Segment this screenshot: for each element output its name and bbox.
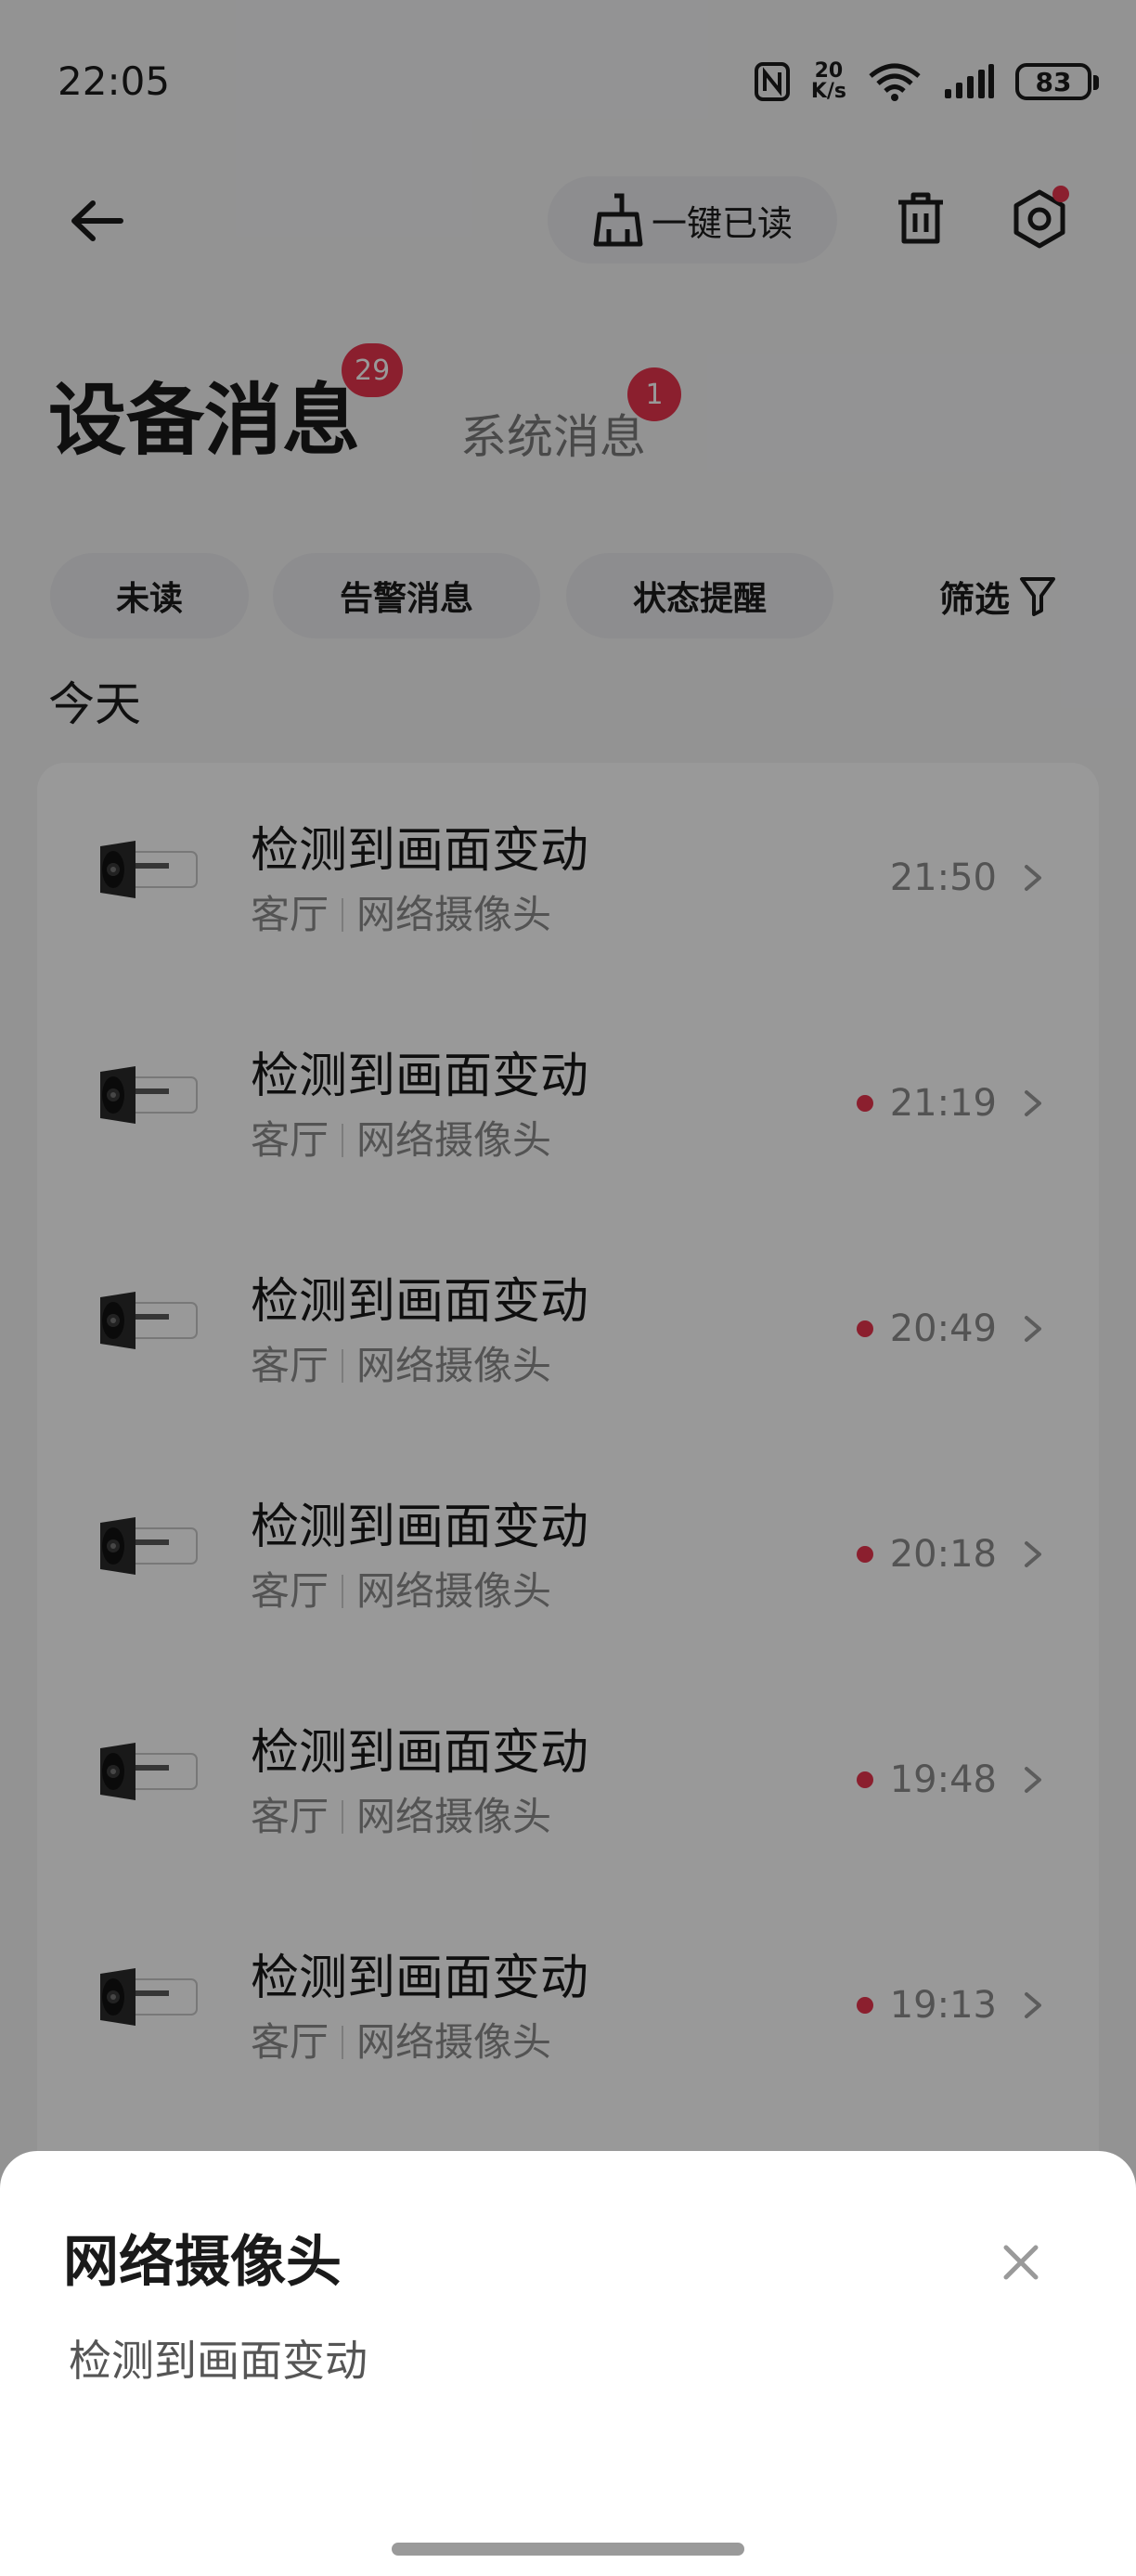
sheet-close-button[interactable] <box>988 2229 1054 2296</box>
home-indicator[interactable] <box>392 2543 744 2556</box>
sheet-message: 检测到画面变动 <box>69 2336 368 2386</box>
close-icon <box>1003 2245 1039 2280</box>
sheet-title: 网络摄像头 <box>63 2230 342 2295</box>
